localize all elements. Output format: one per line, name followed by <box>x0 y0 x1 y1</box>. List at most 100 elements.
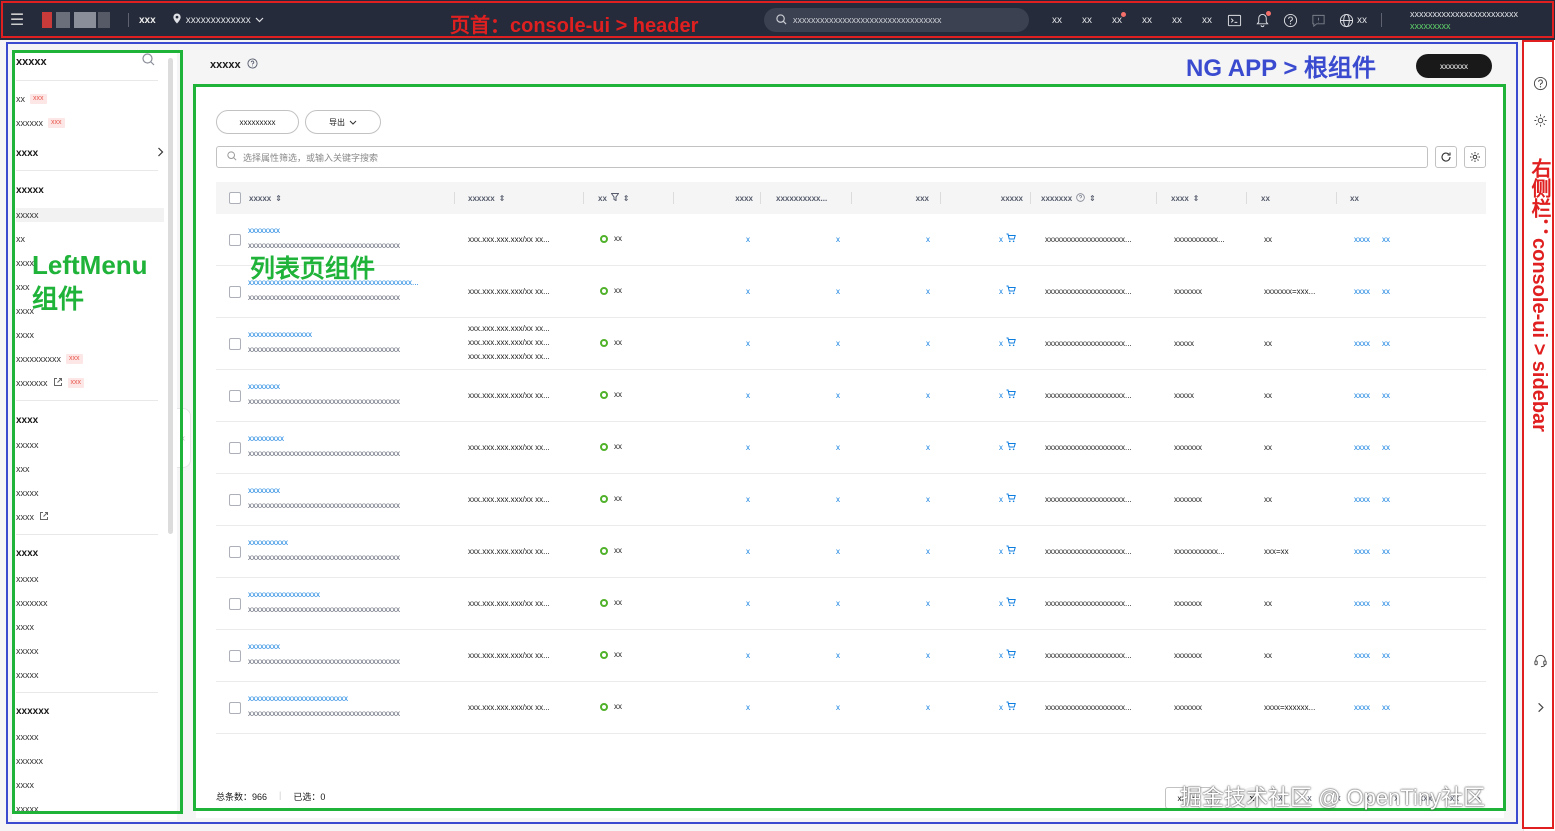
header-link[interactable]: xx <box>1072 15 1102 26</box>
resource-name-link[interactable]: xxxxxxxxxx <box>248 538 438 547</box>
header-link[interactable]: xx <box>1162 15 1192 26</box>
row-link[interactable]: x <box>836 651 840 660</box>
operation-link[interactable]: xxxx <box>1354 391 1370 400</box>
column-header-spec[interactable]: xxxxxxx ⇕ <box>1041 182 1157 214</box>
sort-icon[interactable]: ⇕ <box>499 194 506 203</box>
row-link[interactable]: x <box>746 651 750 660</box>
filter-icon[interactable] <box>610 193 620 203</box>
menu-item[interactable]: xxxxx <box>16 644 39 658</box>
resource-name-link[interactable]: xxxxxxxxxxxxxxxxxxxxxxxxx <box>248 694 438 703</box>
menu-item[interactable]: xxxxx <box>16 802 39 816</box>
operation-link[interactable]: xxxx <box>1354 339 1370 348</box>
brand-logo[interactable] <box>34 9 118 31</box>
row-link[interactable]: x <box>746 443 750 452</box>
column-header-ip[interactable]: xxxxxx ⇕ <box>468 182 584 214</box>
search-filter-input[interactable]: 选择属性筛选，或输入关键字搜索 <box>216 146 1428 168</box>
row-link[interactable]: x <box>926 495 930 504</box>
operation-link[interactable]: xx <box>1382 651 1390 660</box>
operation-link[interactable]: xxxx <box>1354 495 1370 504</box>
menu-item[interactable]: xx <box>16 232 25 246</box>
settings-gear-icon[interactable] <box>1464 146 1486 168</box>
row-checkbox[interactable] <box>229 286 241 298</box>
sort-icon[interactable]: ⇕ <box>275 194 282 203</box>
select-all-checkbox[interactable] <box>229 192 241 204</box>
operation-link[interactable]: xxxx <box>1354 599 1370 608</box>
sort-icon[interactable]: ⇕ <box>1089 194 1096 203</box>
row-link[interactable]: x <box>746 703 750 712</box>
row-link[interactable]: x <box>926 235 930 244</box>
operation-link[interactable]: xx <box>1382 495 1390 504</box>
operation-link[interactable]: xx <box>1382 391 1390 400</box>
resource-name-link[interactable]: xxxxxxxx <box>248 642 438 651</box>
settings-gear-icon[interactable] <box>1531 111 1549 129</box>
row-link[interactable]: x <box>926 287 930 296</box>
header-link[interactable]: xx <box>1192 15 1222 26</box>
menu-item[interactable]: xxxx <box>16 328 34 342</box>
row-link[interactable]: x <box>836 599 840 608</box>
shopping-cart-icon[interactable] <box>1006 285 1016 297</box>
header-link[interactable]: xx <box>1132 15 1162 26</box>
row-link[interactable]: x <box>836 339 840 348</box>
row-link[interactable]: x <box>926 651 930 660</box>
menu-item[interactable]: xxxx <box>16 778 34 792</box>
row-link-with-cart[interactable]: x <box>999 285 1016 297</box>
menu-item[interactable]: xxxxx <box>16 572 39 586</box>
create-button[interactable]: xxxxxxxxx <box>216 110 299 134</box>
region-selector[interactable]: xxxxxxxxxxxxx <box>172 13 264 27</box>
menu-item[interactable]: xxxxx <box>16 668 39 682</box>
help-icon[interactable] <box>247 58 258 72</box>
column-header-status[interactable]: xx ⇕ <box>598 182 674 214</box>
operation-link[interactable]: xxxx <box>1354 547 1370 556</box>
global-search-input[interactable]: xxxxxxxxxxxxxxxxxxxxxxxxxxxxxxxxx <box>764 8 1029 32</box>
menu-item[interactable]: xxxxx <box>16 438 39 452</box>
menu-item[interactable]: xxxxxxxxxx xxx <box>16 352 83 366</box>
shopping-cart-icon[interactable] <box>1006 233 1016 245</box>
resource-name-link[interactable]: xxxxxxxxxxxxxxxxxx <box>248 590 438 599</box>
menu-item[interactable]: xxx <box>16 280 30 294</box>
row-link-with-cart[interactable]: x <box>999 389 1016 401</box>
menu-item[interactable]: xxxx <box>16 620 34 634</box>
row-checkbox[interactable] <box>229 442 241 454</box>
left-menu-scrollbar[interactable] <box>168 58 173 534</box>
row-checkbox[interactable] <box>229 598 241 610</box>
row-link-with-cart[interactable]: x <box>999 649 1016 661</box>
row-link-with-cart[interactable]: x <box>999 337 1016 349</box>
resource-name-link[interactable]: xxxxxxxxxxxxxxxx <box>248 330 438 339</box>
shopping-cart-icon[interactable] <box>1006 597 1016 609</box>
row-link[interactable]: x <box>746 391 750 400</box>
menu-item[interactable]: xxxxx <box>16 486 39 500</box>
row-checkbox[interactable] <box>229 650 241 662</box>
row-link[interactable]: x <box>746 339 750 348</box>
row-link[interactable]: x <box>746 547 750 556</box>
operation-link[interactable]: xxxx <box>1354 651 1370 660</box>
row-link[interactable]: x <box>836 391 840 400</box>
row-link-with-cart[interactable]: x <box>999 493 1016 505</box>
row-link[interactable]: x <box>926 339 930 348</box>
export-button[interactable]: 导出 <box>305 110 381 134</box>
column-header-name[interactable]: xxxxx ⇕ <box>229 182 455 214</box>
help-icon[interactable] <box>1531 74 1549 92</box>
operation-link[interactable]: xx <box>1382 547 1390 556</box>
row-link-with-cart[interactable]: x <box>999 597 1016 609</box>
resource-name-link[interactable]: xxxxxxxxx <box>248 434 438 443</box>
shopping-cart-icon[interactable] <box>1006 493 1016 505</box>
help-icon[interactable] <box>1076 192 1085 204</box>
menu-item[interactable]: xxxxxxx xxx <box>16 376 84 390</box>
row-checkbox[interactable] <box>229 390 241 402</box>
operation-link[interactable]: xx <box>1382 599 1390 608</box>
row-link[interactable]: x <box>836 495 840 504</box>
resource-name-link[interactable]: xxxxxxxx <box>248 226 438 235</box>
collapse-menu-toggle[interactable]: ‹ <box>177 408 191 468</box>
menu-item[interactable]: xxxxx <box>16 92 47 106</box>
row-checkbox[interactable] <box>229 494 241 506</box>
row-link[interactable]: x <box>926 547 930 556</box>
console-home-link[interactable]: xxx <box>139 15 156 26</box>
header-link[interactable]: xx <box>1042 15 1072 26</box>
menu-item[interactable]: xxxxxx xxx <box>16 116 65 130</box>
row-link[interactable]: x <box>926 391 930 400</box>
header-link[interactable]: xx <box>1102 11 1132 26</box>
page-action-button[interactable]: xxxxxxx <box>1416 54 1492 78</box>
row-link[interactable]: x <box>926 599 930 608</box>
cloud-shell-icon[interactable] <box>1226 12 1242 28</box>
operation-link[interactable]: xx <box>1382 339 1390 348</box>
